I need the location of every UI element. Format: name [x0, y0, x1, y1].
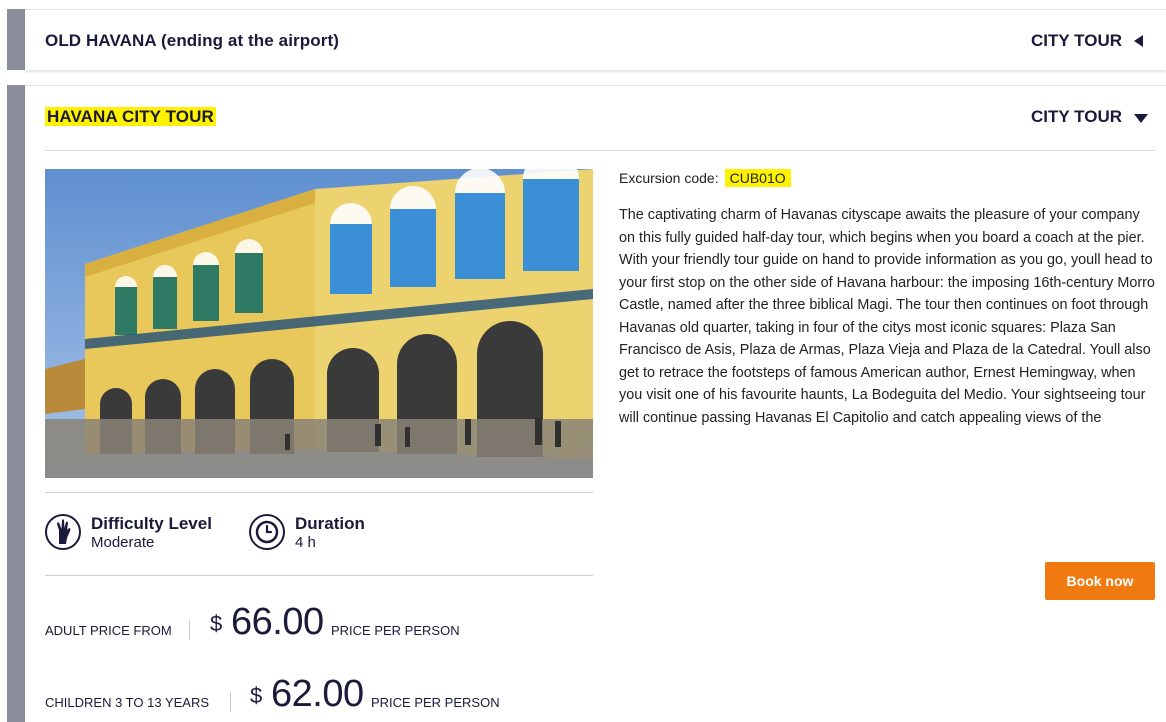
- meta-divider: [45, 492, 593, 493]
- hand-icon: [45, 514, 81, 550]
- difficulty-label: Difficulty Level: [91, 514, 212, 533]
- excursion-code: Excursion code: CUB01O: [619, 169, 791, 187]
- tour-title-highlight: HAVANA CITY TOUR: [45, 107, 216, 126]
- duration-label: Duration: [295, 514, 365, 533]
- price-label: CHILDREN 3 TO 13 YEARS: [45, 695, 210, 710]
- price-unit: PRICE PER PERSON: [331, 623, 460, 638]
- tour-type: CITY TOUR: [1031, 31, 1122, 50]
- accordion-card: OLD HAVANA (ending at the airport) CITY …: [25, 9, 1166, 70]
- price-separator: [230, 692, 231, 712]
- difficulty-value: Moderate: [91, 534, 155, 551]
- tour-description: The captivating charm of Havanas citysca…: [619, 207, 1155, 426]
- accordion-card: HAVANA CITY TOUR CITY TOUR Difficulty Le…: [25, 85, 1166, 722]
- triangle-down-icon[interactable]: [1134, 114, 1148, 123]
- accordion-side-bar: [7, 9, 25, 70]
- tour-accordion-old-havana: OLD HAVANA (ending at the airport) CITY …: [7, 9, 1166, 70]
- price-unit: PRICE PER PERSON: [371, 695, 500, 710]
- price-label: ADULT PRICE FROM: [45, 623, 172, 638]
- price-separator: [189, 620, 190, 640]
- price-amount: 66.00: [231, 601, 324, 643]
- accordion-side-bar: [7, 85, 25, 722]
- header-divider: [45, 150, 1155, 151]
- meta-divider: [45, 575, 593, 576]
- triangle-left-icon[interactable]: [1134, 35, 1143, 47]
- tour-accordion-havana-city-tour: HAVANA CITY TOUR CITY TOUR Difficulty Le…: [7, 85, 1166, 722]
- accordion-header-havana-city-tour[interactable]: HAVANA CITY TOUR CITY TOUR: [25, 86, 1166, 146]
- clock-icon: [249, 514, 285, 550]
- duration-value: 4 h: [295, 534, 316, 551]
- excursion-code-value: CUB01O: [724, 169, 791, 187]
- tour-title: OLD HAVANA (ending at the airport): [45, 31, 339, 50]
- price-amount: 62.00: [271, 673, 364, 715]
- havana-plaza-photo: [45, 169, 593, 478]
- excursion-code-label: Excursion code:: [619, 170, 719, 186]
- tour-type: CITY TOUR: [1031, 107, 1122, 126]
- book-now-button[interactable]: Book now: [1045, 562, 1155, 600]
- price-currency: $: [210, 611, 223, 636]
- tour-title: HAVANA CITY TOUR: [45, 107, 216, 127]
- price-currency: $: [250, 683, 263, 708]
- accordion-header-old-havana[interactable]: OLD HAVANA (ending at the airport) CITY …: [25, 10, 1166, 70]
